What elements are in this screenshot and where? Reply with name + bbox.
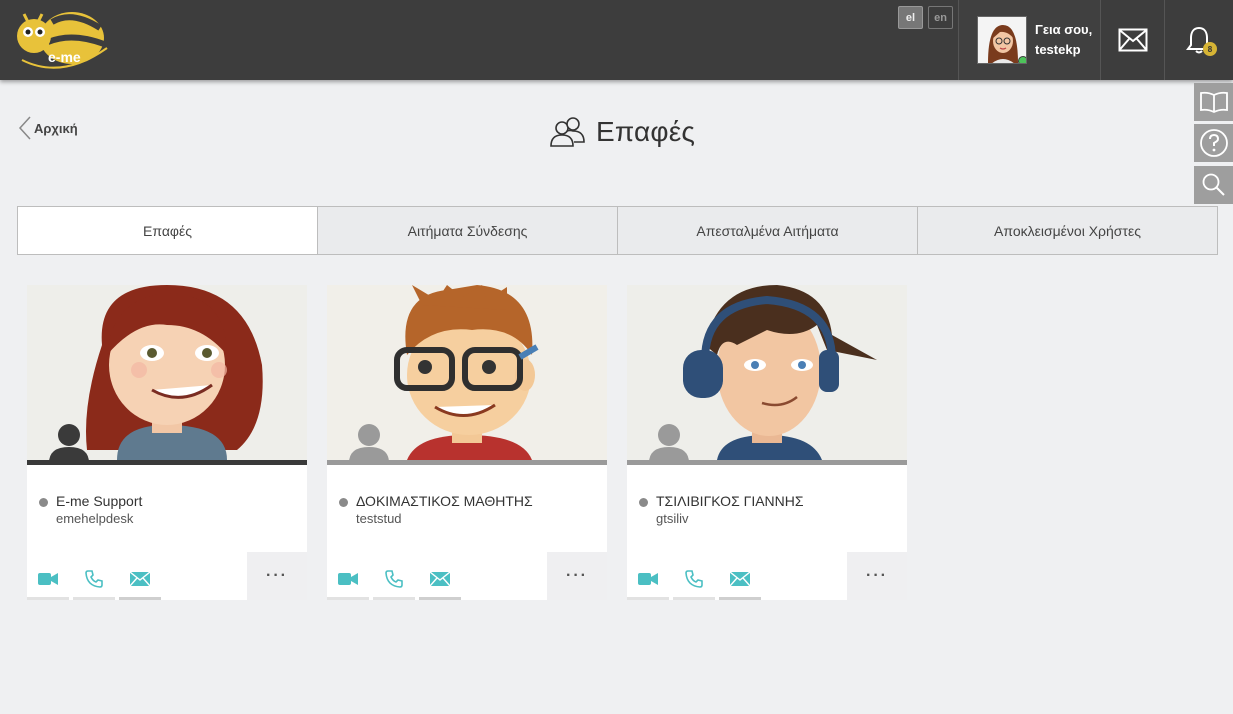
e-me-logo[interactable]: e-me (12, 8, 112, 72)
chevron-left-icon (18, 116, 31, 140)
notifications-button[interactable]: 8 (1164, 0, 1233, 80)
page-title-text: Επαφές (596, 116, 696, 147)
phone-icon (85, 569, 103, 588)
username-label: testekp (1035, 42, 1081, 57)
phone-icon (385, 569, 403, 588)
envelope-icon (130, 571, 150, 586)
more-options-button[interactable]: ··· (547, 552, 607, 600)
svg-text:e-me: e-me (48, 49, 81, 65)
card-divider (627, 460, 907, 465)
contact-card[interactable]: ΔΟΚΙΜΑΣΤΙΚΟΣ ΜΑΘΗΤΗΣ teststud ··· (327, 285, 607, 600)
voice-call-button[interactable] (673, 560, 715, 600)
online-status-dot (1018, 56, 1026, 63)
user-menu[interactable]: Γεια σου, testekp (958, 0, 1100, 80)
contact-username: emehelpdesk (56, 511, 134, 526)
send-message-button[interactable] (419, 560, 461, 600)
messages-button[interactable] (1100, 0, 1164, 80)
video-camera-icon (38, 572, 58, 585)
card-divider (327, 460, 607, 465)
back-label: Αρχική (34, 120, 78, 136)
presence-dot (339, 498, 348, 507)
book-icon (1199, 91, 1228, 113)
contact-name[interactable]: ΤΣΙΛΙΒΙΓΚΟΣ ΓΙΑΝΝΗΣ (656, 493, 804, 509)
presence-dot (39, 498, 48, 507)
send-message-button[interactable] (119, 560, 161, 600)
voice-call-button[interactable] (73, 560, 115, 600)
contact-username: teststud (356, 511, 402, 526)
top-header: e-me el en Γεια σου, testekp 8 (0, 0, 1233, 80)
help-button[interactable] (1194, 124, 1233, 162)
contact-card[interactable]: ΤΣΙΛΙΒΙΓΚΟΣ ΓΙΑΝΝΗΣ gtsiliv ··· (627, 285, 907, 600)
page-title: Επαφές (550, 116, 695, 148)
search-button[interactable] (1194, 166, 1233, 204)
envelope-icon (1118, 28, 1147, 52)
contacts-tabs: Επαφές Αιτήματα Σύνδεσης Απεσταλμένα Αιτ… (17, 206, 1218, 255)
phone-icon (685, 569, 703, 588)
contact-card[interactable]: E-me Support emehelpdesk ··· (27, 285, 307, 600)
video-call-button[interactable] (627, 560, 669, 600)
lang-el-button[interactable]: el (898, 6, 923, 29)
card-divider (27, 460, 307, 465)
back-link[interactable]: Αρχική (18, 116, 78, 140)
help-icon (1199, 129, 1228, 157)
video-camera-icon (338, 572, 358, 585)
lang-en-button[interactable]: en (928, 6, 953, 29)
send-message-button[interactable] (719, 560, 761, 600)
tab-sent-requests[interactable]: Απεσταλμένα Αιτήματα (617, 206, 918, 255)
guide-button[interactable] (1194, 83, 1233, 121)
more-options-button[interactable]: ··· (247, 552, 307, 600)
presence-dot (639, 498, 648, 507)
envelope-icon (430, 571, 450, 586)
tab-contacts[interactable]: Επαφές (17, 206, 318, 255)
search-icon (1202, 173, 1225, 196)
contact-username: gtsiliv (656, 511, 689, 526)
more-options-button[interactable]: ··· (847, 552, 907, 600)
contact-name[interactable]: E-me Support (56, 493, 142, 509)
tab-blocked-users[interactable]: Αποκλεισμένοι Χρήστες (917, 206, 1218, 255)
tab-connection-requests[interactable]: Αιτήματα Σύνδεσης (317, 206, 618, 255)
video-camera-icon (638, 572, 658, 585)
video-call-button[interactable] (327, 560, 369, 600)
voice-call-button[interactable] (373, 560, 415, 600)
avatar (977, 16, 1027, 64)
greeting-label: Γεια σου, (1035, 22, 1093, 37)
video-call-button[interactable] (27, 560, 69, 600)
contacts-icon (550, 117, 585, 147)
notification-badge: 8 (1203, 42, 1217, 56)
contact-name[interactable]: ΔΟΚΙΜΑΣΤΙΚΟΣ ΜΑΘΗΤΗΣ (356, 493, 533, 509)
envelope-icon (730, 571, 750, 586)
